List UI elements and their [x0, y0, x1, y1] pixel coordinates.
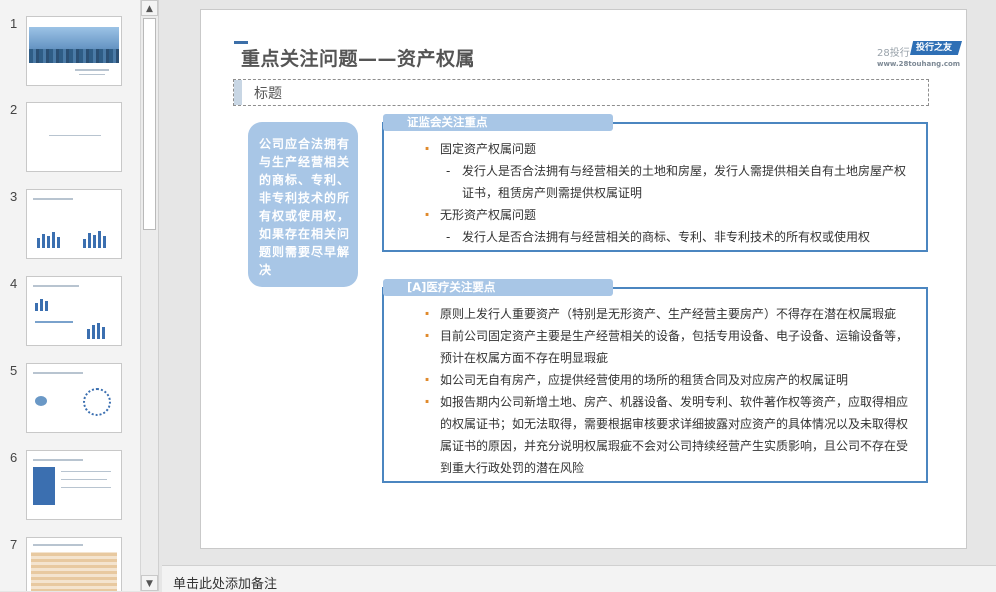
- thumb-text-line: [61, 479, 107, 480]
- list-item: 目前公司固定资产主要是生产经营相关的设备，包括专用设备、电子设备、运输设备等，预…: [424, 325, 914, 369]
- slide-thumbnail-4[interactable]: [26, 276, 122, 346]
- thumb-text-line: [33, 285, 79, 287]
- triangle-down-icon[interactable]: ▼: [141, 575, 158, 591]
- slide-number: 3: [10, 189, 18, 204]
- list-item: 如报告期内公司新增土地、房产、机器设备、发明专利、软件著作权等资产，应取得相应的…: [424, 391, 914, 479]
- dash-marker: -: [446, 164, 451, 178]
- slide-thumbnail-7[interactable]: [26, 537, 122, 591]
- slide-title[interactable]: 重点关注问题——资产权属: [241, 44, 475, 71]
- logo-site-name: 28投行: [877, 48, 910, 59]
- thumb-blue-block: [33, 467, 55, 505]
- list-item: 无形资产权属问题: [424, 204, 914, 226]
- thumb-text-line: [33, 372, 83, 374]
- slide-thumbnail-5[interactable]: [26, 363, 122, 433]
- thumb-line-chart: [35, 321, 73, 323]
- thumbnail-row-5[interactable]: 5: [0, 363, 140, 435]
- thumbnail-row-6[interactable]: 6: [0, 450, 140, 522]
- thumb-text-line: [79, 74, 105, 75]
- thumbnail-row-3[interactable]: 3: [0, 189, 140, 261]
- thumbnail-row-2[interactable]: 2: [0, 102, 140, 174]
- thumbnail-row-4[interactable]: 4: [0, 276, 140, 348]
- thumb-bar-chart: [83, 230, 106, 248]
- thumb-circle: [35, 396, 47, 406]
- thumbnail-row-1[interactable]: 1: [0, 16, 140, 88]
- thumb-bar-chart: [35, 293, 48, 311]
- thumb-ring-diagram: [83, 388, 111, 416]
- panel-body: 固定资产权属问题 -发行人是否合法拥有与经营相关的土地和房屋，发行人需提供相关自…: [424, 138, 914, 248]
- list-item: 原则上发行人重要资产（特别是无形资产、生产经营主要房产）不得存在潜在权属瑕疵: [424, 303, 914, 325]
- thumb-text-line: [33, 198, 73, 200]
- slide-thumbnail-2[interactable]: [26, 102, 122, 172]
- panel-tag: [A]医疗关注要点: [383, 279, 613, 296]
- placeholder-accent: [234, 80, 242, 105]
- slide-number: 2: [10, 102, 18, 117]
- title-placeholder[interactable]: 标题: [233, 79, 929, 106]
- slide-thumbnail-1[interactable]: [26, 16, 122, 86]
- thumb-text-line: [33, 544, 83, 546]
- slide-thumbnail-panel[interactable]: 1 2 3 4 5 6 7 ▲ ▼: [0, 0, 159, 591]
- thumb-text-line: [75, 69, 109, 71]
- slide-number: 6: [10, 450, 18, 465]
- sub-list-item: - 发行人是否合法拥有与经营相关的商标、专利、非专利技术的所有权或使用权: [424, 226, 914, 248]
- notes-placeholder: 单击此处添加备注: [173, 577, 278, 592]
- dash-marker: -: [446, 230, 451, 244]
- sub-item-text: 发行人是否合法拥有与经营相关的商标、专利、非专利技术的所有权或使用权: [462, 230, 871, 244]
- slide-number: 4: [10, 276, 18, 291]
- thumb-text-line: [61, 487, 111, 488]
- thumb-text-line: [49, 135, 101, 136]
- thumb-text-line: [61, 471, 111, 472]
- slide-number: 5: [10, 363, 18, 378]
- city-skyline-image: [29, 27, 119, 63]
- speaker-notes-area[interactable]: 单击此处添加备注: [162, 565, 996, 592]
- slide-canvas[interactable]: 重点关注问题——资产权属 28投行 投行之友 www.28touhang.com…: [200, 9, 967, 549]
- sub-item-text: 发行人是否合法拥有与经营相关的土地和房屋，发行人需提供相关自有土地房屋产权证书，…: [462, 164, 907, 200]
- thumb-bar-chart: [87, 321, 105, 339]
- slide-thumbnail-3[interactable]: [26, 189, 122, 259]
- thumbnail-row-7[interactable]: 7: [0, 537, 140, 591]
- brand-logo: 28投行 投行之友 www.28touhang.com: [877, 40, 987, 72]
- placeholder-text: 标题: [254, 86, 282, 102]
- logo-badge: 投行之友: [910, 41, 963, 55]
- csrc-focus-panel[interactable]: 证监会关注重点 固定资产权属问题 -发行人是否合法拥有与经营相关的土地和房屋，发…: [382, 114, 928, 252]
- slide-number: 7: [10, 537, 18, 552]
- scrollbar-thumb[interactable]: [143, 18, 156, 230]
- thumb-table: [31, 552, 117, 591]
- thumbnail-scrollbar[interactable]: ▲ ▼: [140, 0, 158, 591]
- thumb-text-line: [33, 459, 83, 461]
- list-item: 如公司无自有房产，应提供经营使用的场所的租赁合同及对应房产的权属证明: [424, 369, 914, 391]
- medical-focus-panel[interactable]: [A]医疗关注要点 原则上发行人重要资产（特别是无形资产、生产经营主要房产）不得…: [382, 279, 928, 483]
- slide-thumbnail-6[interactable]: [26, 450, 122, 520]
- logo-url: www.28touhang.com: [877, 60, 961, 68]
- panel-tag: 证监会关注重点: [383, 114, 613, 131]
- sub-list-item: - 发行人是否合法拥有与经营相关的土地和房屋，发行人需提供相关自有土地房屋产权证书…: [424, 160, 914, 204]
- list-item: 固定资产权属问题: [424, 138, 914, 160]
- slide-number: 1: [10, 16, 18, 31]
- thumb-bar-chart: [37, 230, 60, 248]
- panel-body: 原则上发行人重要资产（特别是无形资产、生产经营主要房产）不得存在潜在权属瑕疵 目…: [424, 303, 914, 479]
- left-callout[interactable]: 公司应合法拥有与生产经营相关的商标、专利、非专利技术的所有权或使用权，如果存在相…: [248, 122, 358, 287]
- triangle-up-icon[interactable]: ▲: [141, 0, 158, 16]
